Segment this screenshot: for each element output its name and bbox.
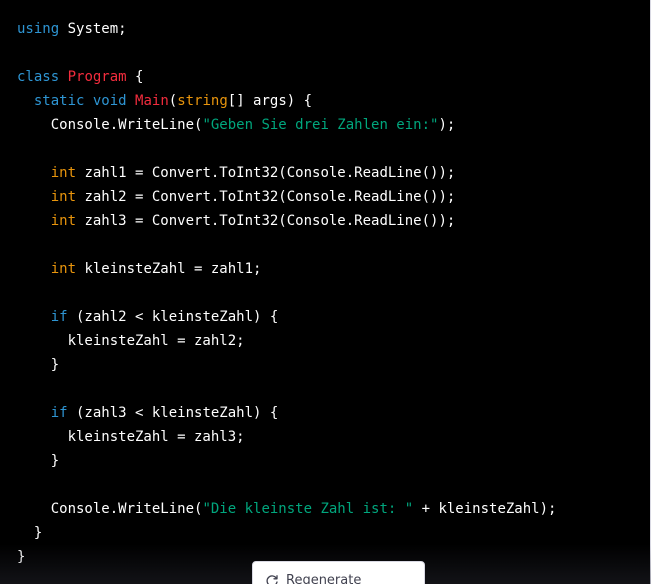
refresh-icon <box>265 574 279 584</box>
code-line: if (zahl2 < kleinsteZahl) { <box>17 305 556 329</box>
code-token: } <box>17 525 43 541</box>
code-token: if <box>50 309 68 325</box>
code-token: (zahl3 < kleinsteZahl) { <box>67 405 279 421</box>
code-line: int zahl1 = Convert.ToInt32(Console.Read… <box>17 161 556 185</box>
code-token: + kleinsteZahl); <box>413 501 557 517</box>
page: using System; class Program { static voi… <box>0 0 653 584</box>
code-token: } <box>17 357 60 373</box>
code-token: int <box>50 165 77 181</box>
code-line: class Program { <box>17 65 556 89</box>
code-token: System; <box>59 21 127 37</box>
code-line: kleinsteZahl = zahl3; <box>17 425 556 449</box>
code-token: zahl1 = Convert.ToInt32(Console.ReadLine… <box>76 165 456 181</box>
code-token: zahl2 = Convert.ToInt32(Console.ReadLine… <box>76 189 456 205</box>
code-token: ( <box>168 93 178 109</box>
code-token: zahl3 = Convert.ToInt32(Console.ReadLine… <box>76 213 456 229</box>
code-token: Console.WriteLine( <box>17 501 203 517</box>
code-line: int kleinsteZahl = zahl1; <box>17 257 556 281</box>
code-content: using System; class Program { static voi… <box>17 17 556 569</box>
code-token: kleinsteZahl = zahl3; <box>17 429 245 445</box>
code-token: [] args) { <box>227 93 313 109</box>
code-token: static <box>33 93 85 109</box>
code-block: using System; class Program { static voi… <box>0 0 651 584</box>
code-token: int <box>50 261 77 277</box>
code-token: "Geben Sie drei Zahlen ein:" <box>202 117 439 133</box>
code-line: } <box>17 521 556 545</box>
code-token: kleinsteZahl = zahl1; <box>76 261 262 277</box>
code-token: { <box>126 69 144 85</box>
code-line: using System; <box>17 17 556 41</box>
code-token: kleinsteZahl = zahl2; <box>17 333 245 349</box>
code-line: } <box>17 353 556 377</box>
code-token: (zahl2 < kleinsteZahl) { <box>67 309 279 325</box>
regenerate-response-label: Regenerate response <box>286 573 362 584</box>
code-line: Console.WriteLine("Geben Sie drei Zahlen… <box>17 113 556 137</box>
code-token: Program <box>67 69 127 85</box>
code-token: string <box>177 93 228 109</box>
code-line: int zahl3 = Convert.ToInt32(Console.Read… <box>17 209 556 233</box>
code-line: } <box>17 449 556 473</box>
code-token: void <box>92 93 127 109</box>
code-line: Console.WriteLine("Die kleinste Zahl ist… <box>17 497 557 521</box>
code-token: class <box>17 69 60 85</box>
code-token: Main <box>135 93 169 109</box>
code-token: using <box>17 21 60 37</box>
code-token: } <box>17 453 60 469</box>
code-token: ); <box>438 117 456 133</box>
code-token: "Die kleinste Zahl ist: " <box>202 501 414 517</box>
code-line: int zahl2 = Convert.ToInt32(Console.Read… <box>17 185 556 209</box>
regenerate-response-button[interactable]: Regenerate response <box>252 561 425 584</box>
code-line: if (zahl3 < kleinsteZahl) { <box>17 401 556 425</box>
code-token: int <box>50 189 77 205</box>
code-token: int <box>50 213 77 229</box>
code-line: kleinsteZahl = zahl2; <box>17 329 556 353</box>
code-line: static void Main(string[] args) { <box>17 89 556 113</box>
code-token: Console.WriteLine( <box>17 117 203 133</box>
code-token: } <box>17 549 26 565</box>
code-token: if <box>50 405 68 421</box>
